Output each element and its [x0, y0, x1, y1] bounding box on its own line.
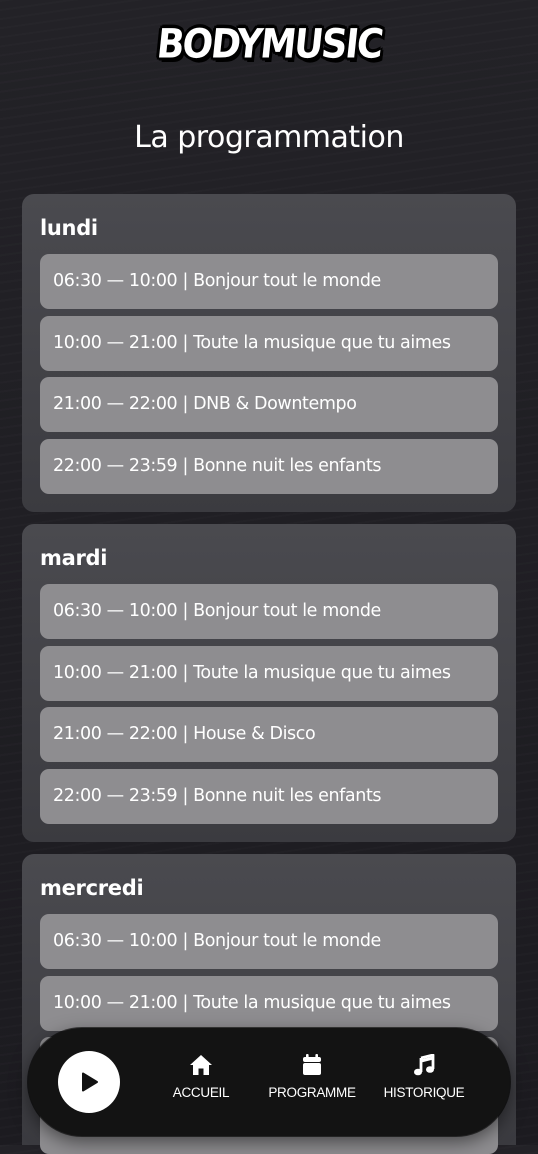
nav-historique[interactable]: HISTORIQUE	[378, 1054, 470, 1100]
nav-label: HISTORIQUE	[383, 1085, 465, 1100]
logo-text: BODYMUSIC	[154, 21, 384, 68]
page-title: La programmation	[134, 120, 404, 155]
logo[interactable]: BODYMUSIC	[0, 20, 538, 70]
day-card-mardi: mardi 06:30 — 10:00 | Bonjour tout le mo…	[22, 524, 516, 842]
day-name: mercredi	[40, 876, 144, 900]
schedule-slot: 22:00 — 23:59 | Bonne nuit les enfants	[40, 438, 498, 494]
nav-label: ACCUEIL	[172, 1085, 230, 1100]
calendar-icon	[303, 1054, 321, 1075]
schedule-slot: 21:00 — 22:00 | DNB & Downtempo	[40, 377, 498, 432]
nav-programme[interactable]: PROGRAMME	[262, 1054, 362, 1100]
home-icon	[190, 1055, 212, 1075]
day-name: lundi	[40, 216, 98, 240]
music-note-icon	[414, 1054, 435, 1076]
nav-accueil[interactable]: ACCUEIL	[166, 1054, 236, 1100]
schedule-slot: 10:00 — 21:00 | Toute la musique que tu …	[40, 975, 498, 1031]
schedule-slot: 22:00 — 23:59 | Bonne nuit les enfants	[40, 768, 498, 824]
play-icon	[82, 1072, 98, 1092]
schedule-slot: 10:00 — 21:00 | Toute la musique que tu …	[40, 645, 498, 701]
player-bar: ACCUEIL PROGRAMME HISTORIQUE	[28, 1028, 510, 1136]
schedule-slot: 21:00 — 22:00 | House & Disco	[40, 707, 498, 762]
schedule-slot: 06:30 — 10:00 | Bonjour tout le monde	[40, 584, 498, 639]
schedule-slot: 06:30 — 10:00 | Bonjour tout le monde	[40, 914, 498, 969]
play-button[interactable]	[58, 1051, 120, 1113]
schedule-slot: 06:30 — 10:00 | Bonjour tout le monde	[40, 254, 498, 309]
day-name: mardi	[40, 546, 108, 570]
schedule-slot: 10:00 — 21:00 | Toute la musique que tu …	[40, 315, 498, 371]
nav-label: PROGRAMME	[268, 1085, 356, 1100]
day-card-lundi: lundi 06:30 — 10:00 | Bonjour tout le mo…	[22, 194, 516, 512]
